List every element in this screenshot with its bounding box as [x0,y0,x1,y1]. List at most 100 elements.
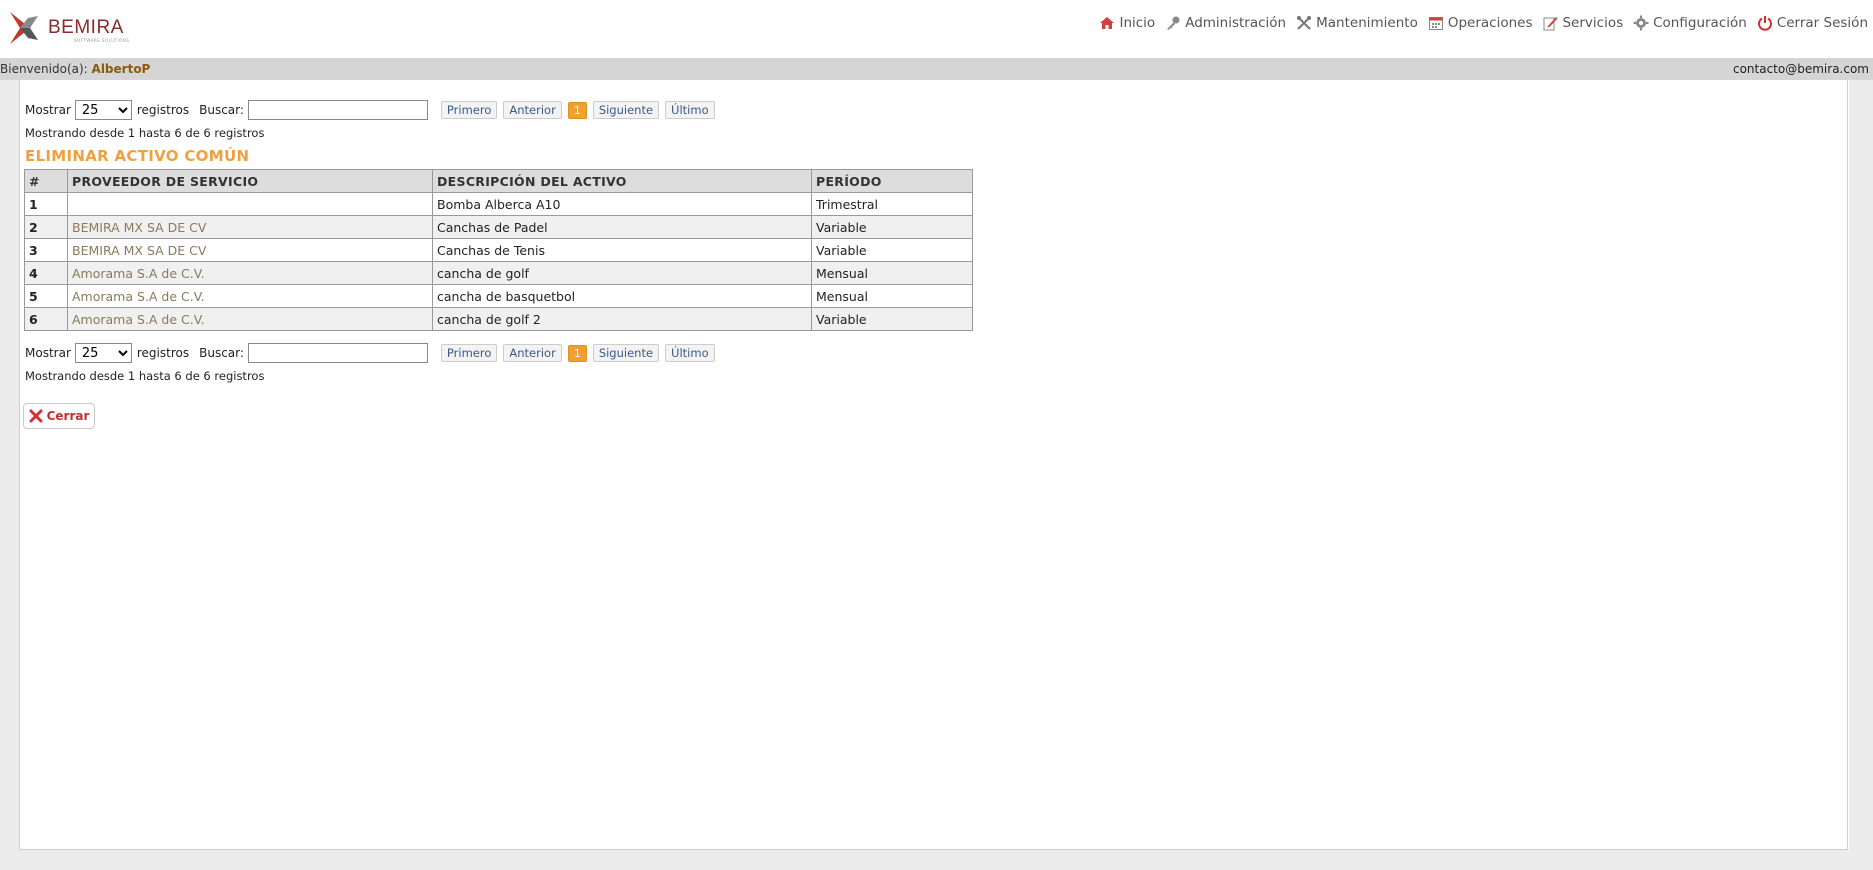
row-number: 3 [24,238,68,262]
nav-label: Administración [1185,15,1287,31]
nav-administracion[interactable]: Administración [1165,15,1286,31]
current-page-button[interactable]: 1 [567,101,587,119]
row-period: Mensual [811,284,973,308]
nav-label: Configuración [1653,15,1747,31]
current-page-button[interactable]: 1 [567,344,587,362]
column-header-period[interactable]: PERÍODO [811,169,973,193]
nav-operaciones[interactable]: Operaciones [1428,15,1533,31]
welcome-username: AlbertoP [91,62,151,76]
row-period: Mensual [811,261,973,285]
row-provider: Amorama S.A de C.V. [67,307,433,331]
gear-icon [1633,15,1649,31]
table-row[interactable]: 3 BEMIRA MX SA DE CV Canchas de Tenis Va… [24,238,973,262]
first-page-button[interactable]: Primero [440,101,498,119]
page-title: ELIMINAR ACTIVO COMÚN [25,147,250,165]
search-label: Buscar: [199,103,244,117]
search-input[interactable] [247,343,428,363]
pagination: Primero Anterior 1 Siguiente Último [440,344,721,362]
table-controls-top: Mostrar 25 registros Buscar: Primero Ant… [25,99,721,121]
close-button[interactable]: Cerrar [23,403,95,429]
edit-icon [1543,17,1558,31]
pagination: Primero Anterior 1 Siguiente Último [440,101,721,119]
frame-margin-right [1849,80,1873,870]
table-row[interactable]: 4 Amorama S.A de C.V. cancha de golf Men… [24,261,973,285]
search-input[interactable] [247,100,428,120]
frame-margin-bottom [0,850,1873,870]
nav-label: Mantenimiento [1316,15,1418,31]
records-label: registros [136,103,190,117]
row-number: 2 [24,215,68,239]
row-description: Canchas de Padel [432,215,812,239]
nav-label: Operaciones [1447,15,1533,31]
table-row[interactable]: 6 Amorama S.A de C.V. cancha de golf 2 V… [24,307,973,331]
records-info: Mostrando desde 1 hasta 6 de 6 registros [25,126,265,140]
assets-table: # PROVEEDOR DE SERVICIO DESCRIPCIÓN DEL … [24,169,973,331]
close-button-label: Cerrar [46,409,90,423]
row-period: Variable [811,238,973,262]
row-provider: Amorama S.A de C.V. [67,284,433,308]
nav-servicios[interactable]: Servicios [1542,15,1623,31]
next-page-button[interactable]: Siguiente [592,344,660,362]
row-period: Variable [811,215,973,239]
nav-cerrar-sesion[interactable]: Cerrar Sesión [1757,15,1868,31]
table-row[interactable]: 5 Amorama S.A de C.V. cancha de basquetb… [24,284,973,308]
next-page-button[interactable]: Siguiente [592,101,660,119]
header: BEMIRA SOFTWARE SOLUTIONS Inicio Adminis… [0,0,1873,57]
provider-link[interactable]: Amorama S.A de C.V. [72,312,205,327]
nav-configuracion[interactable]: Configuración [1633,15,1747,31]
key-icon [1167,16,1180,30]
provider-link[interactable]: Amorama S.A de C.V. [72,289,205,304]
page-size-select[interactable]: 25 [74,343,132,363]
table-row[interactable]: 2 BEMIRA MX SA DE CV Canchas de Padel Va… [24,215,973,239]
page-size-select[interactable]: 25 [74,100,132,120]
records-label: registros [136,346,190,360]
power-icon [1757,16,1772,31]
row-description: cancha de golf 2 [432,307,812,331]
last-page-button[interactable]: Último [665,101,715,119]
logo-tagline: SOFTWARE SOLUTIONS [74,38,130,43]
column-header-provider[interactable]: PROVEEDOR DE SERVICIO [67,169,433,193]
column-header-number[interactable]: # [24,169,68,193]
previous-page-button[interactable]: Anterior [503,344,562,362]
row-provider [67,192,433,216]
provider-link[interactable]: BEMIRA MX SA DE CV [72,243,206,258]
row-provider: BEMIRA MX SA DE CV [67,215,433,239]
row-provider: BEMIRA MX SA DE CV [67,238,433,262]
column-header-description[interactable]: DESCRIPCIÓN DEL ACTIVO [432,169,812,193]
nav-label: Inicio [1119,15,1156,31]
welcome-bar: Bienvenido(a): AlbertoP contacto@bemira.… [0,58,1873,80]
first-page-button[interactable]: Primero [440,344,498,362]
main-nav: Inicio Administración Mantenimiento Oper… [1089,15,1868,31]
row-period: Variable [811,307,973,331]
search-label: Buscar: [199,346,244,360]
welcome-prefix: Bienvenido(a): [0,62,88,76]
table-controls-bottom: Mostrar 25 registros Buscar: Primero Ant… [25,342,721,364]
welcome-text: Bienvenido(a): AlbertoP [0,62,150,76]
show-label: Mostrar [25,346,71,360]
row-description: Canchas de Tenis [432,238,812,262]
table-row[interactable]: 1 Bomba Alberca A10 Trimestral [24,192,973,216]
nav-mantenimiento[interactable]: Mantenimiento [1296,15,1418,31]
row-number: 4 [24,261,68,285]
previous-page-button[interactable]: Anterior [503,101,562,119]
row-description: cancha de basquetbol [432,284,812,308]
provider-link[interactable]: BEMIRA MX SA DE CV [72,220,206,235]
bemira-logo[interactable]: BEMIRA SOFTWARE SOLUTIONS [8,8,138,48]
home-icon [1100,17,1115,29]
row-number: 6 [24,307,68,331]
nav-label: Servicios [1562,15,1624,31]
frame-margin-left [0,80,19,870]
row-number: 5 [24,284,68,308]
records-info: Mostrando desde 1 hasta 6 de 6 registros [25,369,265,383]
logo-text: BEMIRA [48,17,124,38]
row-period: Trimestral [811,192,973,216]
row-description: Bomba Alberca A10 [432,192,812,216]
provider-link[interactable]: Amorama S.A de C.V. [72,266,205,281]
contact-email: contacto@bemira.com [1732,62,1869,76]
last-page-button[interactable]: Último [665,344,715,362]
table-header-row: # PROVEEDOR DE SERVICIO DESCRIPCIÓN DEL … [24,169,973,193]
row-description: cancha de golf [432,261,812,285]
nav-inicio[interactable]: Inicio [1099,15,1155,31]
row-number: 1 [24,192,68,216]
row-provider: Amorama S.A de C.V. [67,261,433,285]
